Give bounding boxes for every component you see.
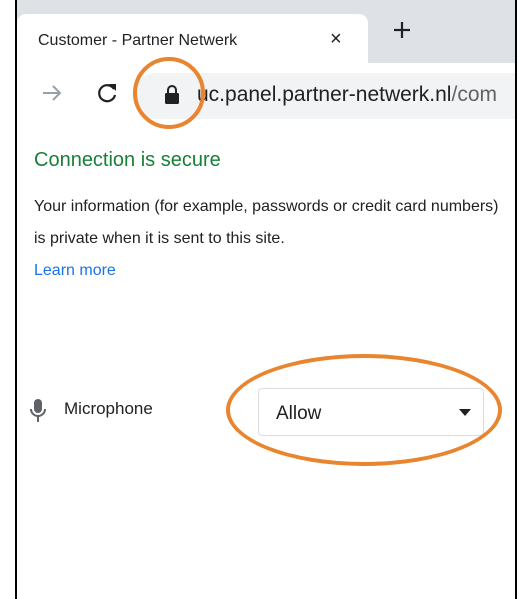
tab-customer[interactable]: Customer - Partner Netwerk × [17, 14, 368, 63]
highlight-circle-lock [133, 57, 205, 129]
learn-more-link[interactable]: Learn more [34, 255, 116, 287]
highlight-ellipse-permission [226, 354, 502, 466]
connection-secure-title: Connection is secure [34, 149, 221, 171]
tab-title: Customer - Partner Netwerk [38, 32, 238, 49]
tab-close-icon[interactable]: × [330, 29, 342, 49]
url-path: /com [451, 83, 497, 106]
reload-icon[interactable] [94, 80, 120, 106]
window-border-right [515, 0, 517, 599]
microphone-icon [30, 399, 46, 422]
forward-arrow-icon[interactable] [39, 80, 65, 106]
microphone-permission-label: Microphone [64, 399, 153, 418]
url-text[interactable]: uc.panel.partner-netwerk.nl/com [197, 83, 515, 107]
new-tab-icon[interactable] [392, 20, 412, 40]
url-host: uc.panel.partner-netwerk.nl [197, 83, 452, 106]
connection-description: Your information (for example, passwords… [34, 198, 499, 247]
